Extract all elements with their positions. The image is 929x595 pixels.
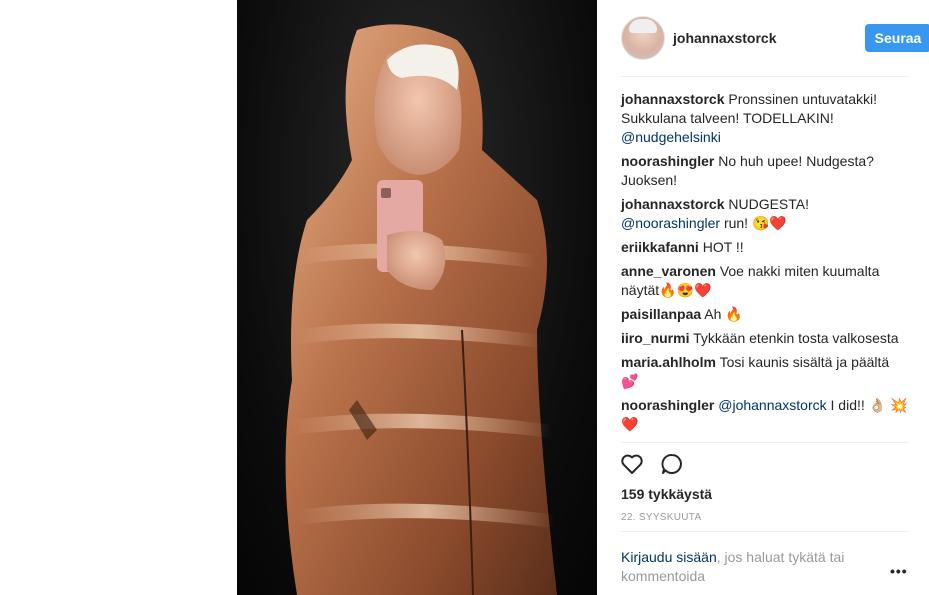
heart-icon[interactable]: [620, 452, 644, 481]
comment-item: anne_varonen Voe nakki miten kuumalta nä…: [621, 262, 908, 300]
comment-text: HOT !!: [702, 239, 744, 255]
divider: [621, 531, 908, 532]
comment-item: iiro_nurmi Tykkään etenkin tosta valkose…: [621, 329, 908, 348]
comment-author[interactable]: noorashingler: [621, 397, 714, 413]
comment-text: NUDGESTA!: [728, 196, 810, 212]
comment-text: Tykkään etenkin tosta valkosesta: [693, 330, 899, 346]
comment-item: maria.ahlholm Tosi kaunis sisältä ja pää…: [621, 353, 908, 391]
author-username[interactable]: johannaxstorck: [673, 30, 776, 46]
comment-author[interactable]: iiro_nurmi: [621, 330, 689, 346]
comment-author[interactable]: anne_varonen: [621, 263, 716, 279]
comment-item: noorashingler @johannaxstorck I did!! 👌🏼…: [621, 396, 908, 434]
comment-mention[interactable]: @noorashingler: [621, 215, 720, 231]
comment-author[interactable]: maria.ahlholm: [621, 354, 716, 370]
avatar[interactable]: [621, 16, 665, 60]
divider: [621, 442, 908, 443]
comment-author[interactable]: paisillanpaa: [621, 306, 701, 322]
login-link[interactable]: Kirjaudu sisään: [621, 549, 717, 565]
comment-author[interactable]: johannaxstorck: [621, 91, 724, 107]
comment-author[interactable]: johannaxstorck: [621, 196, 724, 212]
post-header: johannaxstorck Seuraa: [621, 14, 929, 62]
comment-author[interactable]: noorashingler: [621, 153, 714, 169]
comment-list: johannaxstorck Pronssinen untuvatakki! S…: [621, 90, 908, 439]
comment-text-tail: run! 😘❤️: [723, 215, 787, 231]
like-count[interactable]: 159 tykkäystä: [621, 486, 712, 502]
more-options-icon[interactable]: •••: [890, 563, 908, 579]
follow-button[interactable]: Seuraa: [865, 24, 929, 52]
comment-item: paisillanpaa Ah 🔥: [621, 305, 908, 324]
comment-icon[interactable]: [660, 452, 684, 481]
divider: [621, 76, 908, 77]
login-prompt: Kirjaudu sisään, jos haluat tykätä tai k…: [621, 548, 881, 586]
comment-text: Ah 🔥: [704, 306, 743, 322]
comment-item: johannaxstorck NUDGESTA! @noorashingler …: [621, 195, 908, 233]
post-photo-illustration: [285, 24, 557, 595]
post-date: 22. syyskuuta: [621, 512, 702, 523]
comment-mention[interactable]: @nudgehelsinki: [621, 129, 721, 145]
comment-item: eriikkafanni HOT !!: [621, 238, 908, 257]
comment-item: noorashingler No huh upee! Nudgesta? Juo…: [621, 152, 908, 190]
comment-item: johannaxstorck Pronssinen untuvatakki! S…: [621, 90, 908, 147]
comment-mention[interactable]: @johannaxstorck: [718, 397, 826, 413]
post-photo[interactable]: [237, 0, 597, 595]
comment-author[interactable]: eriikkafanni: [621, 239, 699, 255]
post-details-panel: johannaxstorck Seuraa johannaxstorck Pro…: [598, 0, 929, 595]
